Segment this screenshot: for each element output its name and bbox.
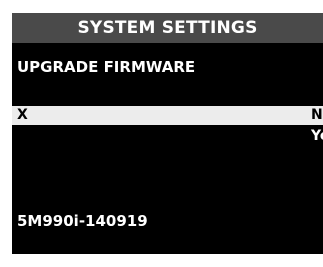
menu-option-yes[interactable]: Ye	[311, 128, 323, 144]
menu-row-selected[interactable]: X N	[12, 106, 323, 125]
title-bar: SYSTEM SETTINGS	[12, 13, 323, 43]
page-title: UPGRADE FIRMWARE	[17, 58, 196, 76]
title-bar-label: SYSTEM SETTINGS	[77, 18, 258, 38]
menu-row-left-label: X	[17, 107, 28, 123]
device-screen: SYSTEM SETTINGS UPGRADE FIRMWARE X N Ye …	[12, 13, 323, 254]
menu-row-right-label: N	[311, 107, 323, 123]
firmware-version-label: 5M990i-140919	[17, 212, 148, 230]
